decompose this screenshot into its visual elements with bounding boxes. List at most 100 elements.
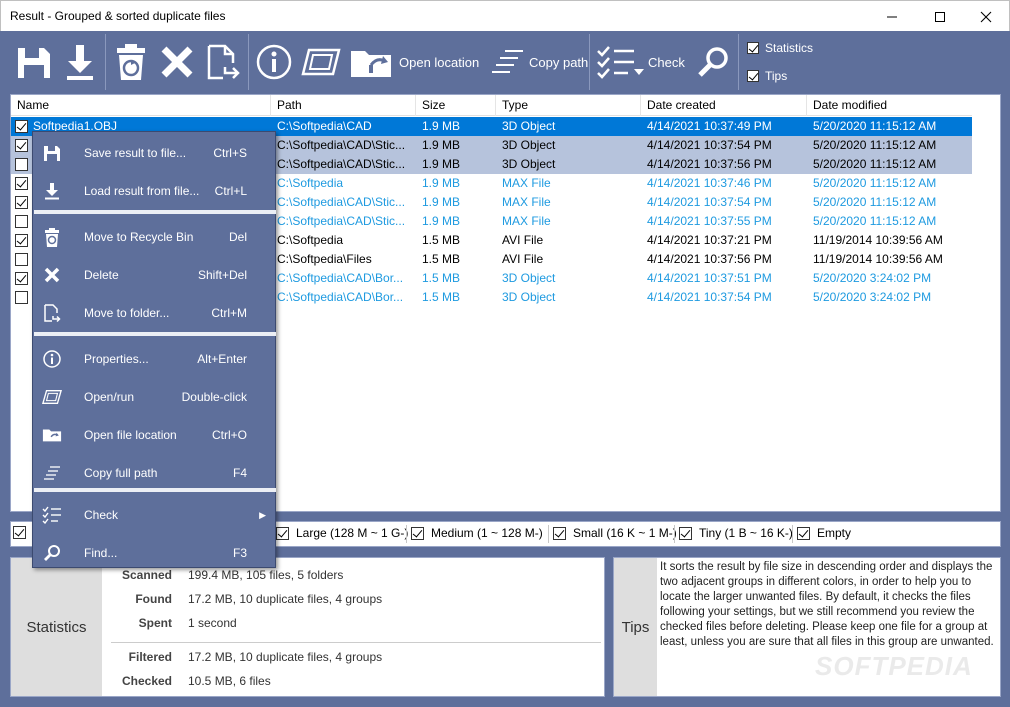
menu-item-check[interactable]: Check ▶ [34,496,276,534]
cell-path: C:\Softpedia [277,176,344,190]
size-filter-checkbox[interactable] [553,526,566,540]
list-header: Name Path Size Type Date created Date mo… [11,95,973,116]
info-icon [42,349,62,369]
column-header-type[interactable]: Type [496,95,641,116]
cell-size: 1.5 MB [422,233,461,247]
size-filter[interactable]: Large (128 M ~ 1 G-) [276,526,408,540]
stat-checked-key: Checked [121,674,172,688]
open-location-icon [351,51,391,77]
tips-toggle[interactable]: Tips [747,69,787,83]
filter-separator [792,525,793,543]
recycle-bin-button[interactable] [114,31,148,93]
statistics-checkbox[interactable] [747,42,759,54]
cell-created: 4/14/2021 10:37:56 PM [647,252,772,266]
search-icon [42,543,62,563]
save-button[interactable] [15,31,53,93]
menu-item-load-result-from-file[interactable]: Load result from file... Ctrl+L [34,172,276,210]
menu-item-open-run[interactable]: Open/run Double-click [34,378,276,416]
column-header-date-modified[interactable]: Date modified [807,95,973,116]
menu-item-delete[interactable]: Delete Shift+Del [34,256,276,294]
cell-modified: 5/20/2020 3:24:02 PM [813,271,932,285]
cell-modified: 5/20/2020 3:24:02 PM [813,290,932,304]
stat-found-value: 17.2 MB, 10 duplicate files, 4 groups [188,592,383,606]
column-header-size[interactable]: Size [416,95,496,116]
check-list-icon [597,46,644,79]
size-filter-checkbox[interactable] [679,526,692,540]
size-filter[interactable]: Empty [797,526,851,540]
cell-path: C:\Softpedia\CAD\Bor... [277,290,404,304]
cell-size: 1.9 MB [422,157,461,171]
menu-item-shortcut: Ctrl+M [211,306,247,320]
vertical-scrollbar[interactable] [972,95,1000,511]
menu-item-find[interactable]: Find... F3 [34,534,276,572]
window-title: Result - Grouped & sorted duplicate file… [10,9,226,23]
open-location-icon [42,425,62,445]
load-button[interactable] [64,31,96,93]
tips-toggle-label: Tips [765,69,788,83]
column-header-date-created[interactable]: Date created [641,95,807,116]
find-button[interactable] [696,31,730,93]
menu-separator [34,332,276,336]
minimize-icon [887,16,897,17]
size-filter[interactable]: Tiny (1 B ~ 16 K-) [679,526,793,540]
properties-button[interactable] [256,31,292,93]
cell-created: 4/14/2021 10:37:54 PM [647,195,772,209]
cell-modified: 5/20/2020 11:15:12 AM [813,214,937,228]
copy-path-button[interactable]: Copy path [491,31,588,93]
cell-created: 4/14/2021 10:37:46 PM [647,176,772,190]
menu-item-open-file-location[interactable]: Open file location Ctrl+O [34,416,276,454]
menu-item-move-to-folder[interactable]: Move to folder... Ctrl+M [34,294,276,332]
close-icon [980,11,992,22]
open-location-label: Open location [399,54,480,70]
close-button[interactable] [963,1,1009,32]
open-location-button[interactable]: Open location [349,31,479,93]
column-header-path[interactable]: Path [271,95,416,116]
menu-item-move-to-recycle-bin[interactable]: Move to Recycle Bin Del [34,218,276,256]
stat-found-key: Found [135,592,172,606]
cell-created: 4/14/2021 10:37:56 PM [647,157,772,171]
delete-x-icon [161,46,193,78]
stat-checked-value: 10.5 MB, 6 files [188,674,271,688]
size-filter[interactable]: Small (16 K ~ 1 M-) [553,526,677,540]
cell-type: 3D Object [502,138,556,152]
delete-x-icon [42,265,62,285]
cell-type: MAX File [502,176,551,190]
open-run-button[interactable] [301,31,341,93]
size-filter-checkbox[interactable] [276,526,289,540]
cell-size: 1.5 MB [422,271,461,285]
move-to-folder-button[interactable] [205,31,241,93]
filter-all[interactable] [13,526,33,539]
tips-checkbox[interactable] [747,70,759,82]
menu-item-copy-full-path[interactable]: Copy full path F4 [34,454,276,492]
column-header-name[interactable]: Name [11,95,271,116]
size-filter-label: Small (16 K ~ 1 M-) [573,526,677,540]
size-filter-label: Medium (1 ~ 128 M-) [431,526,543,540]
cell-created: 4/14/2021 10:37:55 PM [647,214,772,228]
size-filter-checkbox[interactable] [797,526,810,540]
size-filter-checkbox[interactable] [411,526,424,540]
cell-size: 1.9 MB [422,138,461,152]
delete-button[interactable] [159,31,195,93]
cell-type: MAX File [502,195,551,209]
minimize-button[interactable] [869,1,915,32]
stat-spent-key: Spent [138,616,172,630]
menu-item-properties[interactable]: Properties... Alt+Enter [34,340,276,378]
menu-item-shortcut: Double-click [181,390,247,404]
move-file-icon [42,303,62,323]
menu-item-save-result-to-file[interactable]: Save result to file... Ctrl+S [34,134,276,172]
open-run-icon [42,387,62,407]
size-filter[interactable]: Medium (1 ~ 128 M-) [411,526,543,540]
statistics-toggle-label: Statistics [765,41,814,55]
tips-text: It sorts the result by file size in desc… [660,561,994,648]
cell-created: 4/14/2021 10:37:54 PM [647,290,772,304]
check-button[interactable]: Check [596,31,685,93]
maximize-button[interactable] [917,1,963,32]
menu-item-shortcut: F4 [232,466,247,480]
filter-all-checkbox[interactable] [13,526,26,539]
stat-found: Found 17.2 MB, 10 duplicate files, 4 gro… [102,589,602,609]
menu-item-label: Load result from file... [84,184,200,198]
menu-item-shortcut: Del [228,230,247,244]
statistics-toggle[interactable]: Statistics [747,41,813,55]
menu-item-shortcut: Ctrl+L [214,184,247,198]
menu-item-label: Delete [84,268,119,282]
